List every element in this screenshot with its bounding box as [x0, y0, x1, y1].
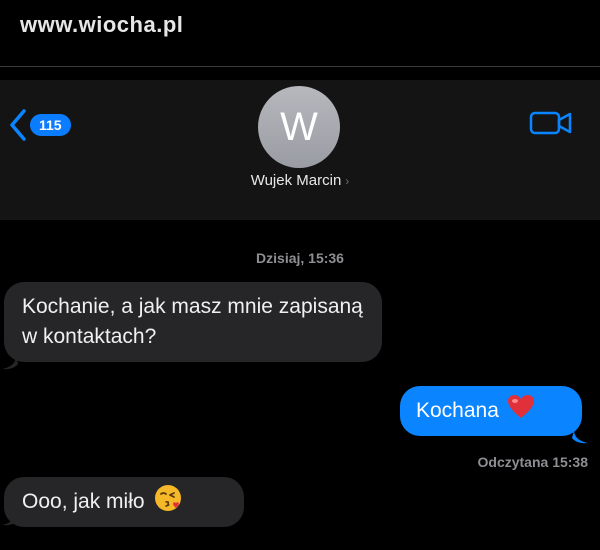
timestamp: Dzisiaj, 15:36 [256, 250, 344, 266]
message-text: Kochana [416, 399, 499, 422]
message-text: Kochanie, a jak masz mnie zapisaną w kon… [22, 295, 363, 348]
chevron-right-icon: › [345, 174, 350, 188]
message-bubble-incoming[interactable]: Ooo, jak miło [4, 477, 244, 527]
chevron-left-icon [10, 109, 26, 141]
watermark: www.wiocha.pl [20, 12, 184, 37]
bubble-tail [572, 430, 588, 444]
message-bubble-outgoing[interactable]: Kochana [400, 386, 582, 436]
message-bubble-incoming[interactable]: Kochanie, a jak masz mnie zapisaną w kon… [4, 282, 382, 362]
bubble-tail [2, 356, 18, 370]
avatar[interactable]: W [258, 86, 340, 168]
message-text: Ooo, jak miło [22, 490, 145, 513]
read-receipt: Odczytana 15:38 [477, 454, 589, 470]
divider [0, 66, 600, 67]
kissing-face-icon [153, 483, 183, 522]
video-camera-icon [529, 111, 572, 135]
unread-count-badge: 115 [30, 114, 71, 136]
contact-name: Wujek Marcin [250, 172, 342, 189]
bubble-tail [2, 512, 18, 526]
conversation-header: 115 W Wujek Marcin › [0, 80, 600, 220]
contact-name-button[interactable]: Wujek Marcin › [0, 172, 600, 189]
heart-icon [507, 394, 535, 429]
back-button[interactable]: 115 [8, 108, 71, 142]
video-call-button[interactable] [528, 108, 574, 143]
